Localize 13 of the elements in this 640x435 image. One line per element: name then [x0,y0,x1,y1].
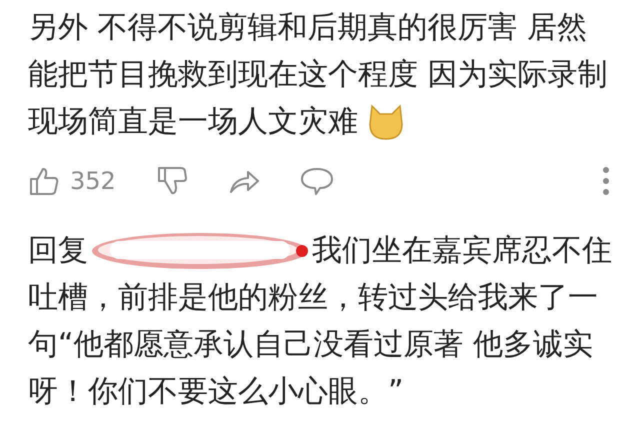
reply-text: 我们坐在嘉宾席忍不住 [312,232,612,270]
thumbs-up-icon[interactable] [28,165,60,197]
like-count: 352 [70,167,116,195]
reply-label: 回复 [28,232,88,270]
comment-text: 能把节目挽救到现在这个程度 因为实际录制 [28,56,608,94]
reply-text: 句“他都愿意承认自己没看过原著 他多诚实 [28,326,594,364]
reply-text: 呀！你们不要这么小心眼。” [28,373,404,411]
comment-text: 另外 不得不说剪辑和后期真的很厉害 居然 [28,9,588,47]
comment-icon[interactable] [300,165,334,197]
reply-text: 吐槽，前排是他的粉丝，转过头给我来了一 [28,279,598,317]
thumbs-down-icon[interactable] [156,165,188,197]
comment-text: 现场简直是一场人文灾难 [28,103,358,141]
more-icon[interactable] [602,166,610,196]
